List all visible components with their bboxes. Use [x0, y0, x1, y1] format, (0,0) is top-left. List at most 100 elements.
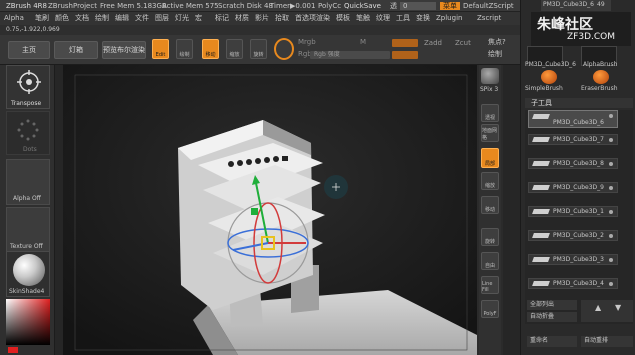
rename-button[interactable]: 重命名	[527, 336, 577, 347]
menu-item[interactable]: 编辑	[115, 15, 129, 22]
menus-button[interactable]: 菜单	[440, 2, 460, 10]
bpr-button[interactable]	[481, 68, 499, 84]
subtool-row[interactable]: PM3D_Cube3D_9	[528, 182, 618, 193]
quicksave-button[interactable]: QuickSave	[344, 3, 381, 10]
visibility-icon[interactable]	[609, 210, 613, 214]
primary-color[interactable]	[8, 347, 18, 353]
menu-item[interactable]: 文档	[75, 15, 89, 22]
scene-render[interactable]	[63, 65, 477, 355]
menu-item[interactable]: 颜色	[55, 15, 69, 22]
floor-button[interactable]: 地面网格	[481, 124, 499, 142]
subtool-row[interactable]: PM3D_Cube3D_1	[528, 206, 618, 217]
color-picker[interactable]	[6, 299, 50, 345]
menu-item[interactable]: 笔刷	[35, 15, 49, 22]
left-shelf: Transpose Dots Alpha Off Texture Off Ski…	[0, 65, 55, 355]
canvas-viewport[interactable]	[63, 65, 477, 355]
z-intensity-slider[interactable]	[392, 51, 418, 59]
lightbox-button[interactable]: 灯箱	[54, 41, 98, 59]
subtool-row[interactable]: PM3D_Cube3D_7	[528, 134, 618, 145]
subtool-row[interactable]: PM3D_Cube3D_8	[528, 158, 618, 169]
visibility-icon[interactable]	[609, 114, 613, 118]
mrgb-toggle[interactable]: Mrgb	[298, 39, 316, 46]
subtool-row[interactable]: PM3D_Cube3D_2	[528, 230, 618, 241]
zoom-button[interactable]: 自由	[481, 252, 499, 270]
menu-item[interactable]: 拾取	[275, 15, 289, 22]
texture-slot[interactable]: Texture Off	[6, 207, 50, 253]
scale-button[interactable]: 缩放	[226, 39, 243, 59]
brush-name-1: PM3D_Cube3D_6	[525, 61, 576, 68]
opacity-value: 0	[403, 2, 408, 10]
xyz-button[interactable]: 移动	[481, 196, 499, 214]
subtool-row[interactable]: PM3D_Cube3D_6	[528, 110, 618, 128]
subtool-header[interactable]: 子工具	[525, 98, 633, 108]
eraser-brush-icon[interactable]	[593, 70, 609, 84]
zadd-toggle[interactable]: Zadd	[392, 39, 442, 47]
lightbox-label: 灯箱	[69, 46, 83, 54]
move-arrows[interactable]: ▲ ▼	[581, 300, 633, 322]
list-all-button[interactable]: 全部列出	[527, 300, 577, 310]
stroke-slot[interactable]: Dots	[6, 111, 50, 155]
simple-brush-icon[interactable]	[541, 70, 557, 84]
scroll-button[interactable]: 旋转	[481, 228, 499, 246]
menu-item[interactable]: 灯光	[175, 15, 189, 22]
focal-shift-label: 焦点?	[488, 38, 506, 46]
local-button[interactable]: 局部	[481, 148, 499, 168]
menu-item[interactable]: 文件	[135, 15, 149, 22]
rgb-intensity-slider[interactable]: Rgb 强度	[310, 51, 390, 59]
alpha-slot[interactable]: Alpha Off	[6, 159, 50, 205]
visibility-icon[interactable]	[609, 186, 613, 190]
arrow-down-icon[interactable]: ▼	[615, 304, 621, 312]
rotate-label: 旋转	[253, 52, 264, 58]
menu-item[interactable]: Zplugin	[436, 15, 462, 22]
material-label: SkinShade4	[9, 288, 45, 295]
rgb-color-swatch[interactable]	[274, 38, 294, 60]
persp-button[interactable]: 透视	[481, 104, 499, 122]
menu-item[interactable]: 笔触	[356, 15, 370, 22]
material-slot[interactable]: SkinShade4	[6, 251, 50, 297]
visibility-icon[interactable]	[609, 258, 613, 262]
draw-button[interactable]: 绘制	[176, 39, 193, 59]
menu-item[interactable]: Zscript	[477, 15, 501, 22]
spix-label[interactable]: SPix 3	[480, 87, 498, 93]
edit-button[interactable]: Edit	[152, 39, 169, 59]
subtool-name: PM3D_Cube3D_9	[553, 184, 604, 191]
menu-item[interactable]: 纹理	[376, 15, 390, 22]
auto-collapse-button[interactable]: 自动折叠	[527, 312, 577, 322]
menu-item[interactable]: 渲染	[316, 15, 330, 22]
menu-item[interactable]: 材质	[235, 15, 249, 22]
menu-item[interactable]: 工具	[396, 15, 410, 22]
menu-item[interactable]: 宏	[195, 15, 202, 22]
linefill-button[interactable]: PolyF	[481, 300, 499, 318]
subtool-thumb-icon	[532, 209, 550, 214]
menu-item[interactable]: 影片	[255, 15, 269, 22]
frame-button[interactable]: 缩放	[481, 172, 499, 190]
move-button[interactable]: 移动	[202, 39, 219, 59]
m-toggle[interactable]: M	[360, 39, 366, 46]
visibility-icon[interactable]	[609, 138, 613, 142]
subtool-row[interactable]: PM3D_Cube3D_3	[528, 254, 618, 265]
menu-item[interactable]: 模板	[336, 15, 350, 22]
menu-item[interactable]: Alpha	[4, 15, 24, 22]
menu-item[interactable]: 图层	[155, 15, 169, 22]
arrow-up-icon[interactable]: ▲	[595, 304, 601, 312]
subtool-row[interactable]: PM3D_Cube3D_4	[528, 278, 618, 289]
visibility-icon[interactable]	[609, 162, 613, 166]
menu-item[interactable]: 标记	[215, 15, 229, 22]
top-toolbar: 主页 灯箱 预览布尔渲染 Edit 绘制 移动 缩放 旋转 Mrgb Rgb M…	[0, 35, 520, 65]
menu-item[interactable]: 变换	[416, 15, 430, 22]
auto-reorder-button[interactable]: 自动重排	[581, 336, 633, 347]
visibility-icon[interactable]	[609, 282, 613, 286]
zscript-name[interactable]: DefaultZScript	[463, 3, 514, 10]
visibility-icon[interactable]	[609, 234, 613, 238]
rotate-button[interactable]: 旋转	[250, 39, 267, 59]
rotate-view-button[interactable]: Line Fill	[481, 276, 499, 294]
home-button[interactable]: 主页	[8, 41, 50, 59]
menu-item[interactable]: 首选项	[295, 15, 316, 22]
poly-count: PolyCc	[318, 2, 342, 10]
zcut-toggle[interactable]: Zcut	[455, 40, 471, 47]
alpha-label: Alpha Off	[13, 195, 41, 202]
transpose-slot[interactable]: Transpose	[6, 65, 50, 109]
preview-render-button[interactable]: 预览布尔渲染	[102, 41, 146, 59]
menu-item[interactable]: 绘制	[95, 15, 109, 22]
opacity-slider[interactable]: 0	[400, 2, 436, 10]
